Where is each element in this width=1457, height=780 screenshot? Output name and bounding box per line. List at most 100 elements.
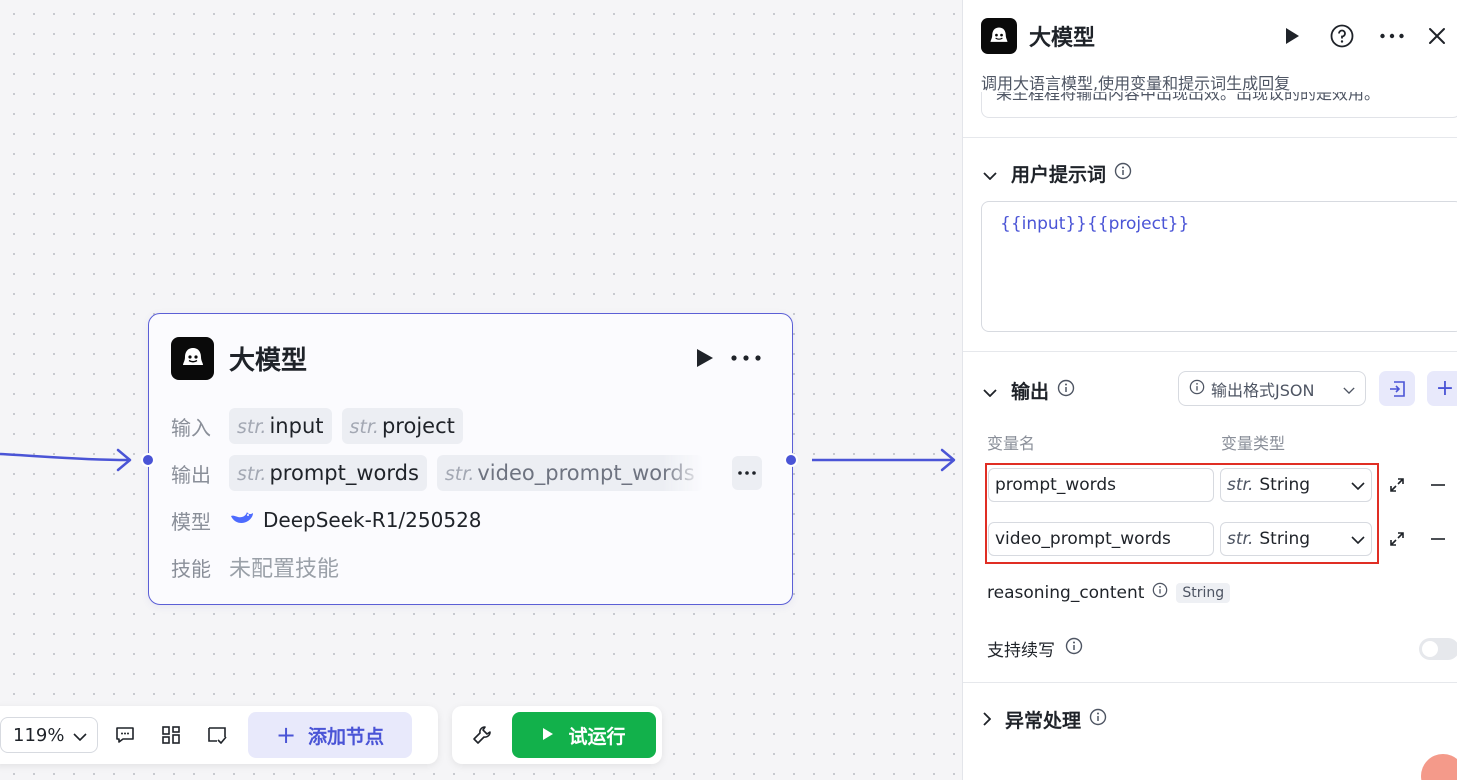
more-icon[interactable] (1367, 18, 1417, 54)
user-prompt-editor[interactable]: {{input}}{{project}} (981, 201, 1457, 332)
system-prompt-box[interactable]: 果生程程将输出内容中出现出效。出现议的的是效用。 (981, 92, 1457, 118)
node-model-row: 模型 DeepSeek-R1/250528 (171, 502, 762, 538)
play-icon (542, 724, 554, 746)
output-var-type-select[interactable]: str. String (1220, 468, 1372, 502)
wrench-icon[interactable] (464, 717, 500, 753)
zoom-value: 119% (13, 724, 65, 746)
run-icon[interactable] (1267, 18, 1317, 54)
info-icon[interactable] (1114, 162, 1132, 185)
type-tag: str. (444, 463, 475, 485)
output-var-type-select[interactable]: str. String (1220, 522, 1372, 556)
add-output-button[interactable]: + (1427, 371, 1457, 406)
user-prompt-header[interactable]: 用户提示词 (983, 160, 1132, 187)
continue-label: 支持续写 (987, 641, 1055, 661)
node-skill-row: 技能 未配置技能 (171, 549, 762, 585)
chip-text: input (269, 414, 324, 438)
chip-text: prompt_words (269, 461, 419, 485)
column-var-name: 变量名 (987, 434, 1036, 453)
input-chip: str. project (341, 408, 463, 444)
model-name: DeepSeek-R1/250528 (263, 508, 482, 532)
type-tag: str. (237, 463, 267, 485)
assistant-avatar[interactable] (1421, 754, 1457, 780)
expand-icon[interactable] (1384, 472, 1410, 498)
zoom-select[interactable]: 119% (0, 717, 98, 753)
outputs-more-button[interactable] (732, 456, 762, 490)
reasoning-content-row: reasoning_content String (987, 582, 1231, 603)
llm-logo-icon (171, 336, 214, 380)
type-value: String (1259, 475, 1311, 495)
comment-icon[interactable] (102, 717, 148, 753)
add-node-button[interactable]: + 添加节点 (248, 712, 412, 758)
remove-icon[interactable] (1425, 472, 1451, 498)
user-prompt-title: 用户提示词 (1011, 164, 1107, 186)
type-value: String (1259, 529, 1311, 549)
node-config-panel: 大模型 调用大语言模型,使用变量和提示词生成回复 果生程程将输出内容中出现出效。… (962, 0, 1457, 780)
user-prompt-text: {{input}}{{project}} (1000, 214, 1190, 234)
import-icon[interactable] (1379, 371, 1415, 406)
node-output-row: 输出 str. prompt_words str. video_prompt_wor… (171, 455, 762, 491)
expand-icon[interactable] (1384, 526, 1410, 552)
output-label: 输出 (171, 462, 211, 487)
canvas-toolbar: 119% + 添加节点 (0, 706, 438, 764)
reasoning-name: reasoning_content (987, 582, 1145, 603)
chevron-down-icon (1351, 475, 1365, 495)
incoming-edge (0, 452, 129, 462)
chevron-down-icon (73, 725, 87, 746)
minimap-icon[interactable] (194, 717, 240, 753)
exception-title: 异常处理 (1005, 710, 1082, 732)
node-title: 大模型 (229, 345, 308, 376)
chevron-down-icon (1351, 529, 1365, 549)
output-format-value: 输出格式JSON (1211, 380, 1315, 400)
chip-text: video_prompt_words (477, 461, 695, 485)
exception-header[interactable]: 异常处理 (983, 706, 1107, 733)
output-header[interactable]: 输出 (983, 377, 1075, 404)
continue-toggle[interactable] (1419, 638, 1457, 660)
skill-label: 技能 (171, 556, 211, 581)
panel-description: 调用大语言模型,使用变量和提示词生成回复 (981, 74, 1291, 93)
output-title: 输出 (1011, 381, 1050, 403)
node-header: 大模型 (171, 336, 770, 380)
input-label: 输入 (171, 415, 211, 440)
help-icon[interactable] (1317, 18, 1367, 54)
type-tag: str. (349, 416, 379, 438)
info-icon[interactable] (1057, 379, 1075, 402)
panel-title: 大模型 (1029, 26, 1096, 51)
input-chip: str. input (229, 408, 332, 444)
system-prompt-text: 果生程程将输出内容中出现出效。出现议的的是效用。 (996, 92, 1381, 103)
remove-icon[interactable] (1425, 526, 1451, 552)
node-more-icon[interactable] (722, 341, 770, 375)
chevron-down-icon (983, 163, 997, 185)
info-icon[interactable] (1065, 637, 1083, 660)
type-tag: str. (1227, 529, 1254, 549)
close-icon[interactable] (1417, 18, 1457, 54)
llm-node[interactable]: 大模型 输入 str. input str. project 输出 str. prom… (148, 313, 793, 605)
test-run-label: 试运行 (568, 725, 626, 748)
model-label: 模型 (171, 509, 211, 534)
llm-logo-icon (981, 18, 1017, 54)
chevron-down-icon (983, 380, 997, 402)
node-input-row: 输入 str. input str. project (171, 408, 762, 444)
node-output-port[interactable] (784, 453, 798, 467)
add-node-label: 添加节点 (308, 725, 385, 748)
info-icon[interactable] (1152, 582, 1168, 603)
divider (963, 137, 1457, 138)
type-tag: str. (1227, 475, 1254, 495)
column-var-type: 变量类型 (1221, 434, 1286, 453)
layout-grid-icon[interactable] (148, 717, 194, 753)
type-tag: str. (237, 416, 267, 438)
node-run-icon[interactable] (688, 341, 722, 375)
deepseek-icon (229, 508, 255, 532)
plus-icon: + (275, 721, 297, 749)
test-run-button[interactable]: 试运行 (512, 712, 656, 758)
workflow-canvas[interactable]: 大模型 输入 str. input str. project 输出 str. prom… (0, 0, 962, 780)
continue-row: 支持续写 (987, 636, 1083, 661)
output-var-name-input[interactable] (988, 468, 1214, 502)
output-var-name-input[interactable] (988, 522, 1214, 556)
info-icon[interactable] (1089, 708, 1107, 731)
run-toolbar: 试运行 (452, 706, 662, 764)
output-chip: str. video_prompt_words (436, 455, 703, 491)
divider (963, 351, 1457, 352)
chevron-down-icon (1343, 379, 1355, 398)
node-input-port[interactable] (141, 453, 155, 467)
output-format-select[interactable]: 输出格式JSON (1178, 371, 1366, 406)
